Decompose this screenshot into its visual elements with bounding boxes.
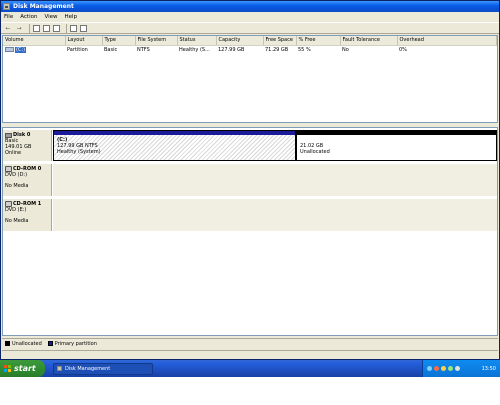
column-fault-tolerance[interactable]: Fault Tolerance [340,36,398,46]
column-volume[interactable]: Volume [3,36,66,46]
column-overhead[interactable]: Overhead [397,36,497,46]
hard-disk-icon [5,132,12,138]
start-button[interactable]: start [0,360,45,377]
network-icon[interactable] [427,366,432,371]
help-icon[interactable] [53,24,60,32]
disk-label[interactable]: Disk 0 Basic 149.01 GB Online [3,130,52,161]
column-free-space[interactable]: Free Space [263,36,297,46]
fault-tolerance-cell: No [342,47,349,54]
legend-primary: Primary partition [47,340,97,347]
column-type[interactable]: Type [102,36,136,46]
unallocated-status: Unallocated [300,149,330,155]
disk-management-window: Disk Management File Action View Help ← … [0,0,500,360]
security-icon[interactable] [434,366,439,371]
export-icon[interactable] [80,24,87,32]
system-tray: 13:50 [422,360,500,377]
window-title: Disk Management [13,3,74,10]
update-icon[interactable] [441,366,446,371]
disk-partitions: (C:) 127.99 GB NTFS Healthy (System) 21.… [53,130,497,161]
legend-label: Primary partition [54,340,97,347]
unallocated-space[interactable]: 21.02 GB Unallocated [296,130,497,161]
partition-status: Healthy (System) [57,149,101,155]
taskbar-button-label: Disk Management [65,365,111,372]
layout-cell: Partition [67,47,88,54]
primary-swatch [47,341,53,346]
disk-status: No Media [5,183,29,189]
disk-management-icon [3,3,10,10]
disk-label[interactable]: CD-ROM 0 DVD (D:) No Media [3,164,52,196]
column-status[interactable]: Status [177,36,217,46]
refresh-icon[interactable] [70,24,77,32]
type-cell: Basic [104,47,118,54]
volume-icon[interactable] [448,366,453,371]
menu-file[interactable]: File [4,14,13,20]
column-file-system[interactable]: File System [135,36,178,46]
free-space-cell: 71.29 GB [265,47,289,54]
disk-partitions [53,164,497,196]
table-row[interactable]: (C:) Partition Basic NTFS Healthy (S... … [3,45,497,55]
partition-c[interactable]: (C:) 127.99 GB NTFS Healthy (System) [53,130,296,161]
menu-help[interactable]: Help [65,14,78,20]
disk-row-disk0[interactable]: Disk 0 Basic 149.01 GB Online (C:) 127.9… [3,130,497,161]
volume-name: (C:) [15,46,27,53]
toolbar-separator [66,23,67,33]
legend-label: Unallocated [12,340,42,347]
disk-status: Online [5,150,22,156]
start-label: start [14,364,36,373]
status-cell: Healthy (S... [179,47,210,54]
volume-header-row: Volume Layout Type File System Status Ca… [3,36,497,46]
volume-cell: (C:) [3,45,65,55]
forward-arrow-icon[interactable]: → [15,24,23,32]
toolbar-separator [29,23,30,33]
overhead-cell: 0% [399,47,407,54]
taskbar: start Disk Management 13:50 [0,360,500,377]
column-layout[interactable]: Layout [65,36,103,46]
back-arrow-icon[interactable]: ← [4,24,12,32]
disk-label[interactable]: CD-ROM 1 DVD (E:) No Media [3,199,52,231]
toolbar: ← → [1,22,499,34]
menu-action[interactable]: Action [20,14,37,20]
status-bar [2,350,498,359]
drive-icon [5,47,14,52]
safely-remove-icon[interactable] [455,366,460,371]
disk-row-cdrom0[interactable]: CD-ROM 0 DVD (D:) No Media [3,164,497,196]
column-capacity[interactable]: Capacity [216,36,264,46]
disk-status: No Media [5,218,29,224]
percent-free-cell: 55 % [298,47,311,54]
legend-unallocated: Unallocated [5,341,42,347]
disk-graphical-view: Disk 0 Basic 149.01 GB Online (C:) 127.9… [2,127,498,336]
volume-list: Volume Layout Type File System Status Ca… [2,35,498,123]
taskbar-button-disk-management[interactable]: Disk Management [53,362,153,375]
disk-management-icon [57,366,62,371]
column-percent-free[interactable]: % Free [296,36,341,46]
properties-icon[interactable] [43,24,50,32]
menu-view[interactable]: View [44,14,57,20]
menu-bar: File Action View Help [1,12,499,22]
file-system-cell: NTFS [137,47,150,54]
disk-row-cdrom1[interactable]: CD-ROM 1 DVD (E:) No Media [3,199,497,231]
windows-flag-icon [4,365,11,372]
capacity-cell: 127.99 GB [218,47,245,54]
clock[interactable]: 13:50 [482,366,496,372]
console-icon[interactable] [33,24,40,32]
disk-partitions [53,199,497,231]
legend: Unallocated Primary partition [2,338,498,348]
title-bar[interactable]: Disk Management [1,1,499,12]
unallocated-swatch [5,341,10,346]
blank-area [0,377,500,405]
